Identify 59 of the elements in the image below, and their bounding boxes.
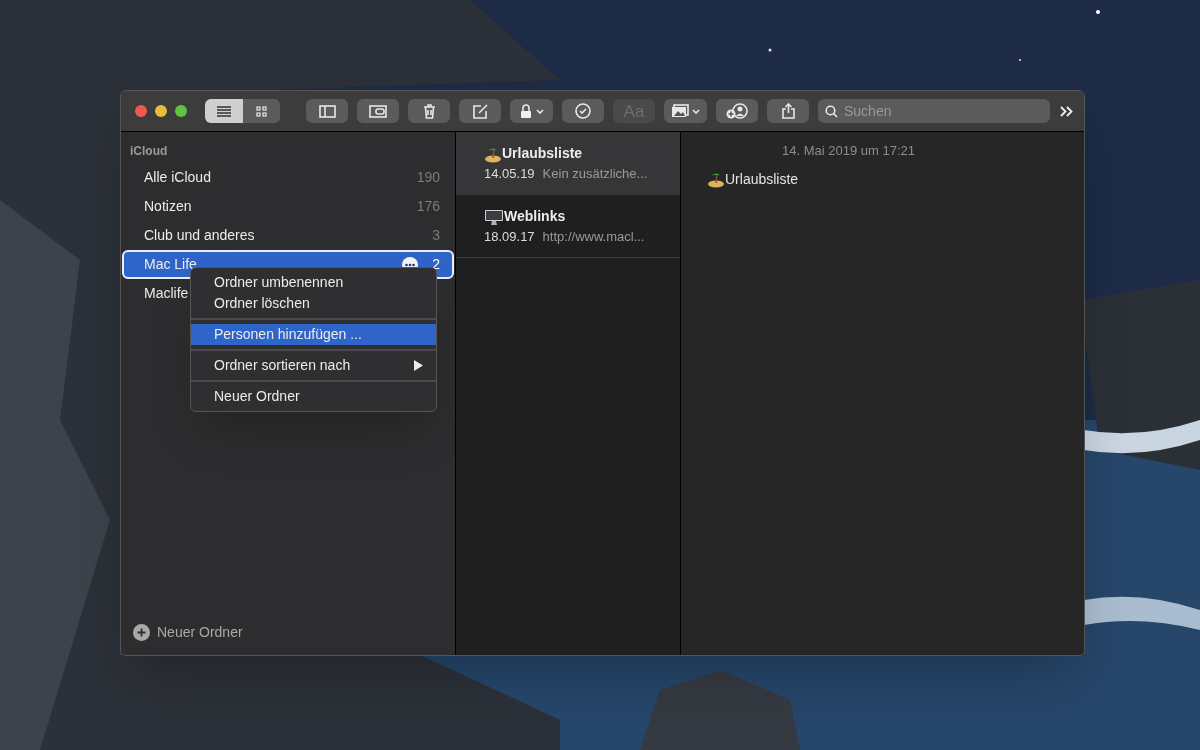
menu-item[interactable]: Ordner sortieren nach [191, 355, 436, 376]
note-count: 3 [432, 226, 440, 245]
note-body: Urlaubsliste [725, 169, 799, 189]
add-people-button[interactable] [716, 99, 758, 123]
folder-name: Club und anderes [144, 226, 255, 245]
checkmark-circle-icon [575, 103, 591, 119]
new-folder-button[interactable]: Neuer Ordner [133, 622, 455, 643]
folder-name: Mac Life [144, 255, 197, 274]
zoom-button[interactable] [175, 105, 187, 117]
folder-item[interactable]: Club und anderes 3 [122, 221, 454, 250]
search-field[interactable]: Suchen [818, 99, 1050, 123]
folder-name: Alle iCloud [144, 168, 211, 187]
note-date: 18.09.17 [484, 228, 535, 246]
note-timestamp: 14. Mai 2019 um 17:21 [781, 142, 916, 160]
menu-item[interactable]: Neuer Ordner [191, 386, 436, 407]
section-header: iCloud [130, 143, 169, 160]
note-title: Weblinks [504, 207, 566, 226]
lock-icon [519, 103, 532, 119]
share-icon [781, 103, 795, 119]
add-person-icon [726, 103, 748, 119]
note-preview: Kein zusätzliche... [542, 165, 648, 183]
attachment-icon [369, 104, 387, 118]
computer-icon [484, 207, 504, 226]
note-count: 2 [432, 255, 440, 274]
list-view-button[interactable] [205, 99, 243, 123]
menu-item[interactable]: Personen hinzufügen ... [191, 324, 436, 345]
attachments-button[interactable] [357, 99, 399, 123]
sidebar-toggle-button[interactable] [306, 99, 348, 123]
caret-icon [692, 108, 700, 114]
note-date: 14.05.19 [484, 165, 535, 183]
photos-icon [671, 104, 689, 118]
media-button[interactable] [664, 99, 707, 123]
minimize-button[interactable] [155, 105, 167, 117]
note-count: 176 [416, 197, 440, 216]
plus-circle-icon [133, 624, 150, 641]
lock-button[interactable] [510, 99, 553, 123]
search-input[interactable]: Suchen [844, 100, 1034, 122]
share-button[interactable] [767, 99, 809, 123]
checklist-button[interactable] [562, 99, 604, 123]
caret-icon [535, 108, 544, 114]
compose-icon [472, 103, 488, 119]
note-item[interactable]: Urlaubsliste 14.05.19 Kein zusätzliche... [456, 132, 680, 195]
note-count: 190 [416, 168, 440, 187]
search-icon [825, 104, 838, 118]
chevron-right-icon[interactable] [1060, 105, 1074, 117]
new-note-button[interactable] [459, 99, 501, 123]
list-icon [215, 105, 232, 117]
note-title: Urlaubsliste [502, 144, 583, 163]
sidebar-icon [318, 104, 336, 118]
delete-button[interactable] [408, 99, 450, 123]
close-button[interactable] [135, 105, 147, 117]
folder-name: Notizen [144, 197, 192, 216]
grid-icon [255, 105, 267, 117]
folder-item[interactable]: Alle iCloud 190 [122, 163, 454, 192]
note-preview: http://www.macl... [542, 228, 645, 246]
note-item[interactable]: Weblinks 18.09.17 http://www.macl... [456, 195, 680, 258]
trash-icon [422, 103, 436, 119]
menu-item[interactable]: Ordner löschen [191, 293, 436, 314]
folder-item[interactable]: Notizen 176 [122, 192, 454, 221]
